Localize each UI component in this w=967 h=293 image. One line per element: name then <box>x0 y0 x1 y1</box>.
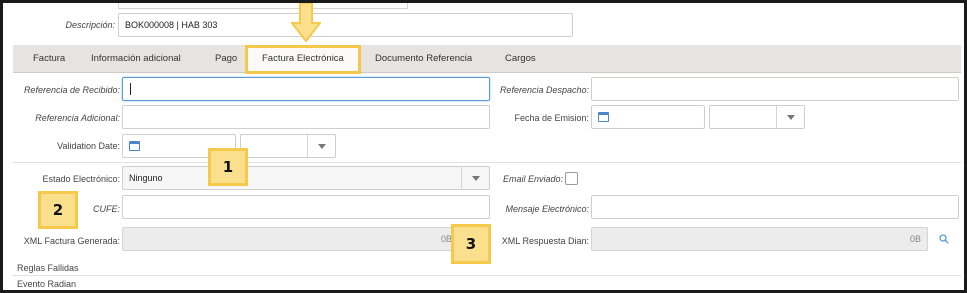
tab-documento-referencia[interactable]: Documento Referencia <box>375 45 472 73</box>
chevron-down-icon[interactable] <box>776 106 804 128</box>
tab-pago[interactable]: Pago <box>215 45 237 73</box>
referencia-despacho-label: Referencia Despacho: <box>499 85 589 95</box>
top-field-remnant <box>118 3 408 9</box>
fecha-emision-label: Fecha de Emision: <box>514 113 589 123</box>
app-window: Descripción: BOK000008 | HAB 303 Factura… <box>0 0 967 293</box>
chevron-down-icon[interactable] <box>461 167 489 189</box>
evento-radian-label: Evento Radian <box>17 279 77 289</box>
descripcion-field[interactable]: BOK000008 | HAB 303 <box>118 13 573 37</box>
email-enviado-label: Email Enviado: <box>502 174 563 184</box>
row-divider <box>13 275 961 276</box>
text-cursor <box>130 83 131 95</box>
tab-bar: Factura Información adicional Pago Factu… <box>13 45 961 74</box>
chevron-down-icon[interactable] <box>307 135 335 157</box>
xml-factura-field: 0B <box>122 227 459 251</box>
descripcion-value: BOK000008 | HAB 303 <box>125 20 218 30</box>
tab-informacion-adicional[interactable]: Información adicional <box>91 45 181 73</box>
referencia-despacho-field[interactable] <box>591 77 959 101</box>
annotation-badge-1: 1 <box>208 148 248 186</box>
pointer-arrow <box>291 3 321 43</box>
annotation-badge-2: 2 <box>38 191 78 229</box>
referencia-recibido-label: Referencia de Recibido: <box>23 85 120 95</box>
descripcion-label: Descripción: <box>65 20 115 30</box>
tab-factura[interactable]: Factura <box>33 45 65 73</box>
xml-factura-label: XML Factura Generada: <box>23 236 120 246</box>
mensaje-electronico-label: Mensaje Electrónico: <box>505 204 589 214</box>
reglas-fallidas-label: Reglas Fallidas <box>17 263 79 273</box>
search-icon[interactable] <box>939 234 949 244</box>
tab-cargos[interactable]: Cargos <box>505 45 536 73</box>
estado-electronico-value: Ninguno <box>129 173 163 183</box>
calendar-icon[interactable] <box>129 141 140 151</box>
xml-respuesta-label: XML Respuesta Dian: <box>501 236 589 246</box>
email-enviado-checkbox[interactable] <box>565 172 578 185</box>
cufe-field[interactable] <box>122 195 490 219</box>
referencia-adicional-field[interactable] <box>122 105 490 129</box>
fecha-emision-time-select[interactable] <box>709 105 805 129</box>
estado-electronico-select[interactable]: Ninguno <box>122 166 490 190</box>
calendar-icon[interactable] <box>598 112 609 122</box>
validation-date-label: Validation Date: <box>57 141 120 151</box>
xml-respuesta-size: 0B <box>909 234 921 244</box>
mensaje-electronico-field[interactable] <box>591 195 959 219</box>
section-divider <box>13 162 961 163</box>
validation-time-select[interactable] <box>240 134 336 158</box>
estado-electronico-label: Estado Electrónico: <box>42 174 120 184</box>
referencia-recibido-field[interactable] <box>122 77 490 101</box>
tab-factura-electronica[interactable]: Factura Electrónica <box>245 45 361 74</box>
annotation-badge-3: 3 <box>451 224 491 264</box>
xml-respuesta-field: 0B <box>591 227 928 251</box>
referencia-adicional-label: Referencia Adicional: <box>35 113 120 123</box>
fecha-emision-date-field[interactable] <box>591 105 705 129</box>
